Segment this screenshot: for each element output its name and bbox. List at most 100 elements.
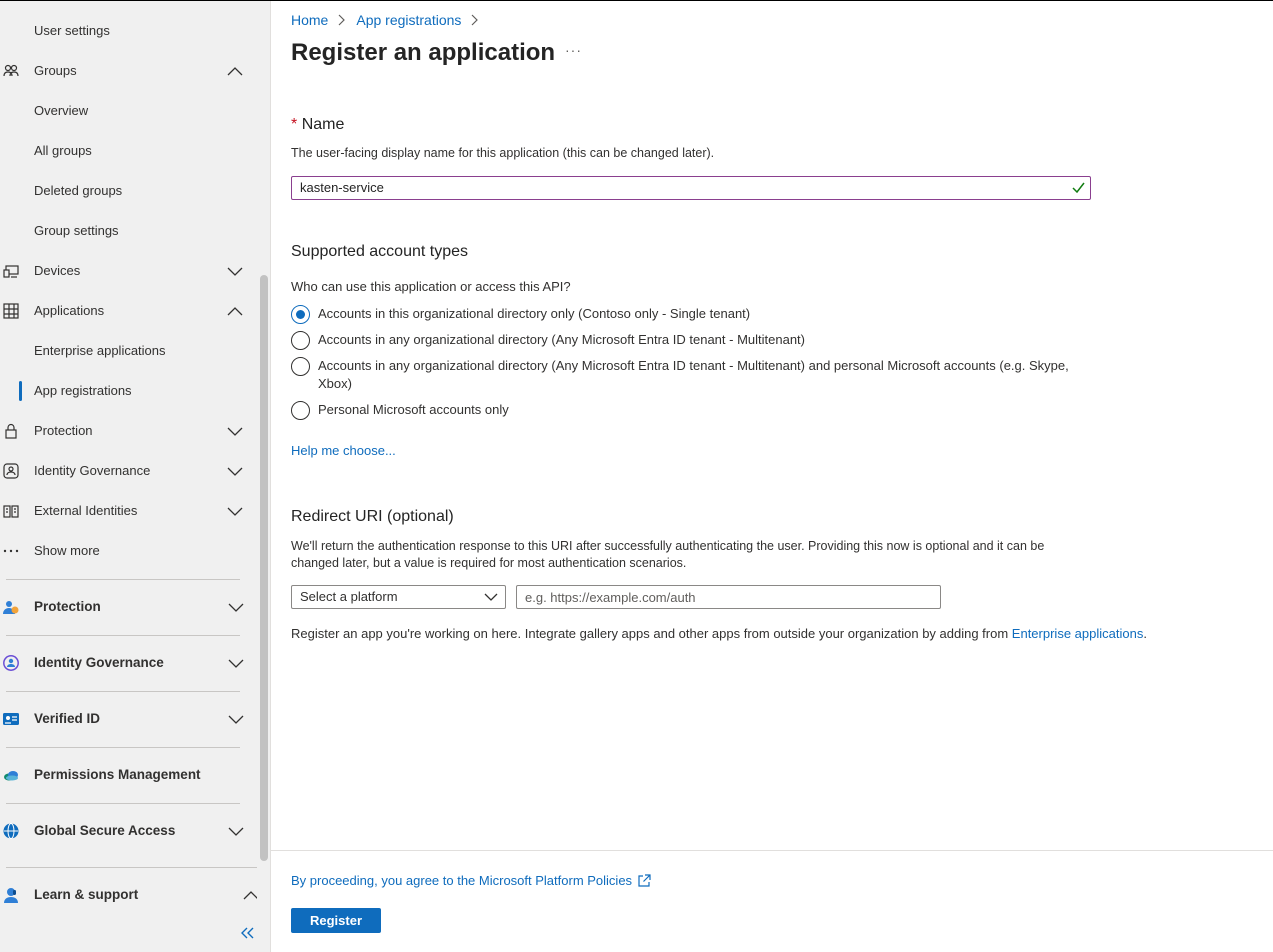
chevron-right-icon	[338, 14, 346, 26]
nav-item-deleted-groups[interactable]: Deleted groups	[0, 171, 257, 211]
divider	[6, 691, 240, 692]
section-permissions-management[interactable]: Permissions Management	[0, 755, 257, 795]
radio-button[interactable]	[291, 401, 310, 420]
section-identity-governance[interactable]: Identity Governance	[0, 643, 257, 683]
platform-policies-link[interactable]: By proceeding, you agree to the Microsof…	[291, 873, 651, 888]
radio-button[interactable]	[291, 331, 310, 350]
nav-item-label: Overview	[34, 103, 89, 118]
more-icon	[3, 549, 19, 553]
nav-item-app-registrations[interactable]: App registrations	[0, 371, 257, 411]
sidebar-scrollbar[interactable]	[257, 1, 271, 952]
section-label: Global Secure Access	[34, 823, 176, 838]
name-label-text: Name	[301, 116, 345, 133]
identity-governance-icon	[3, 463, 19, 479]
nav-item-applications[interactable]: Applications	[0, 291, 257, 331]
nav-item-label: Deleted groups	[34, 183, 123, 198]
section-label: Permissions Management	[34, 767, 201, 782]
nav-item-devices[interactable]: Devices	[0, 251, 257, 291]
register-note-end: .	[1143, 626, 1147, 641]
nav-item-label: Protection	[34, 423, 93, 438]
chevron-down-icon[interactable]	[227, 264, 243, 278]
radio-label: Accounts in any organizational directory…	[318, 332, 805, 347]
collapse-sidebar-icon[interactable]	[238, 925, 256, 941]
learn-support-icon	[4, 888, 18, 903]
globe-icon	[3, 823, 19, 839]
nav-item-user-settings[interactable]: User settings	[0, 11, 257, 51]
section-label: Identity Governance	[34, 655, 164, 670]
left-nav: User settings Groups Overview All groups…	[0, 1, 259, 952]
chevron-up-icon[interactable]	[227, 64, 243, 78]
more-options-button[interactable]: ···	[565, 42, 582, 58]
nav-item-external-identities[interactable]: External Identities	[0, 491, 257, 531]
chevron-down-icon[interactable]	[228, 712, 244, 726]
register-note-text: Register an app you're working on here. …	[291, 626, 1012, 641]
nav-item-enterprise-applications[interactable]: Enterprise applications	[0, 331, 257, 371]
radio-label: Personal Microsoft accounts only	[318, 402, 509, 417]
platform-select[interactable]: Select a platform	[291, 585, 506, 609]
nav-item-identity-governance[interactable]: Identity Governance	[0, 451, 257, 491]
chevron-down-icon[interactable]	[228, 656, 244, 670]
radio-label: Accounts in this organizational director…	[318, 306, 751, 321]
required-mark: *	[291, 116, 298, 133]
chevron-down-icon[interactable]	[228, 824, 244, 838]
chevron-right-icon	[471, 14, 479, 26]
name-description: The user-facing display name for this ap…	[291, 146, 715, 160]
section-verified-id[interactable]: Verified ID	[0, 699, 257, 739]
nav-item-label: User settings	[34, 23, 110, 38]
nav-item-label: Show more	[34, 543, 100, 558]
help-me-choose-link[interactable]: Help me choose...	[291, 443, 396, 458]
chevron-down-icon	[484, 593, 498, 601]
devices-icon	[3, 265, 19, 278]
radio-button-selected[interactable]	[291, 305, 310, 324]
breadcrumb-home[interactable]: Home	[291, 12, 328, 28]
redirect-uri-input[interactable]	[516, 585, 941, 609]
nav-item-label: Identity Governance	[34, 463, 151, 478]
nav-item-label: All groups	[34, 143, 92, 158]
section-learn-support[interactable]: Learn & support	[0, 875, 259, 915]
groups-icon	[3, 64, 19, 77]
chevron-down-icon[interactable]	[227, 504, 243, 518]
radio-label: Accounts in any organizational directory…	[318, 358, 1069, 391]
cloud-icon	[4, 771, 18, 781]
footer-divider	[271, 850, 1273, 851]
lock-icon	[5, 423, 17, 439]
breadcrumb: Home App registrations	[291, 12, 489, 28]
chevron-down-icon[interactable]	[227, 424, 243, 438]
nav-item-label: App registrations	[34, 383, 132, 398]
active-indicator	[19, 381, 22, 401]
nav-item-show-more[interactable]: Show more	[0, 531, 257, 571]
platform-select-value: Select a platform	[300, 589, 398, 604]
page-title: Register an application	[291, 39, 556, 66]
nav-item-label: External Identities	[34, 503, 138, 518]
section-label: Learn & support	[34, 887, 139, 902]
section-protection[interactable]: Protection	[0, 587, 257, 627]
nav-item-group-settings[interactable]: Group settings	[0, 211, 257, 251]
platform-policies-text: By proceeding, you agree to the Microsof…	[291, 873, 633, 888]
chevron-up-icon[interactable]	[227, 304, 243, 318]
account-types-heading: Supported account types	[291, 243, 469, 260]
register-button[interactable]: Register	[291, 908, 381, 933]
nav-item-protection[interactable]: Protection	[0, 411, 257, 451]
divider	[6, 867, 257, 868]
redirect-uri-description: We'll return the authentication response…	[291, 539, 1045, 570]
redirect-uri-heading: Redirect URI (optional)	[291, 508, 454, 525]
chevron-down-icon[interactable]	[227, 464, 243, 478]
external-link-icon	[638, 874, 651, 887]
scrollbar-thumb[interactable]	[260, 275, 268, 861]
radio-button[interactable]	[291, 357, 310, 376]
nav-item-groups[interactable]: Groups	[0, 51, 257, 91]
applications-icon	[3, 303, 19, 319]
name-input[interactable]: kasten-service	[291, 176, 1091, 200]
name-label: * Name	[291, 116, 344, 134]
verified-id-icon	[3, 713, 19, 725]
nav-item-label: Devices	[34, 263, 81, 278]
enterprise-applications-link[interactable]: Enterprise applications	[1012, 626, 1144, 641]
checkmark-icon	[1072, 182, 1085, 194]
nav-item-overview[interactable]: Overview	[0, 91, 257, 131]
section-global-secure-access[interactable]: Global Secure Access	[0, 811, 257, 851]
breadcrumb-app-registrations[interactable]: App registrations	[356, 12, 461, 28]
divider	[6, 579, 240, 580]
register-note: Register an app you're working on here. …	[291, 626, 1147, 641]
nav-item-all-groups[interactable]: All groups	[0, 131, 257, 171]
chevron-down-icon[interactable]	[228, 600, 244, 614]
